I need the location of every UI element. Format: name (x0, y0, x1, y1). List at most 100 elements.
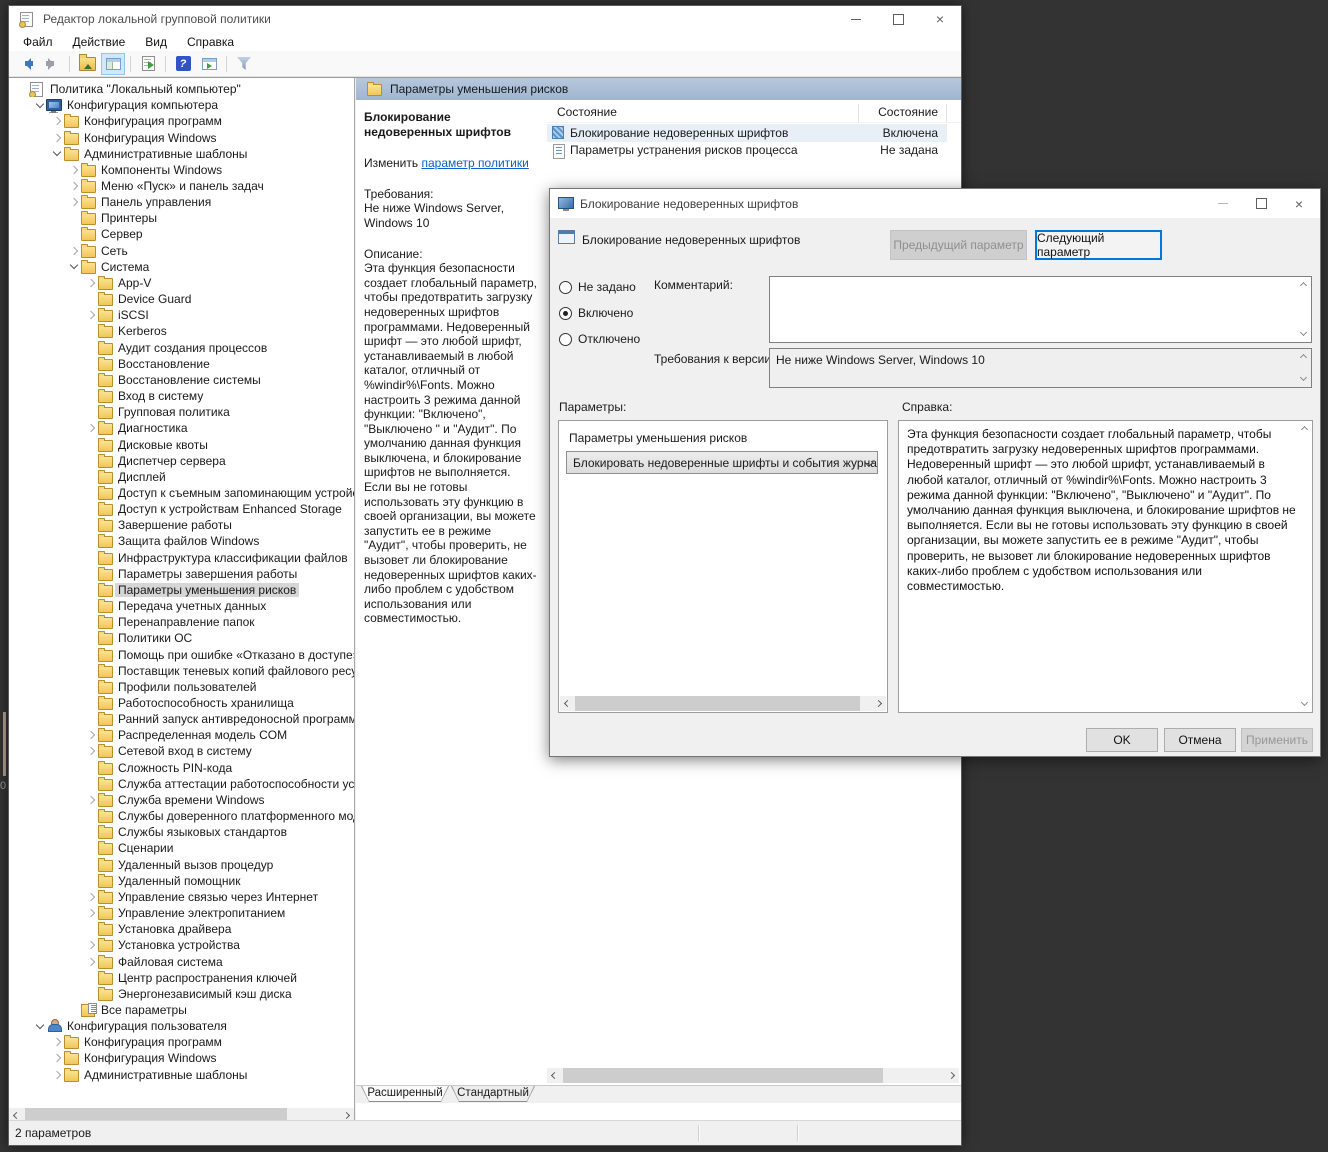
minimize-icon[interactable] (835, 6, 877, 32)
tree-item[interactable]: Панель управления (9, 194, 354, 210)
radio-Не задано[interactable]: Не задано (559, 280, 636, 294)
tree-item[interactable]: Установка устройства (9, 937, 354, 953)
tree-item[interactable]: Службы языковых стандартов (9, 824, 354, 840)
tree-item[interactable]: Восстановление системы (9, 372, 354, 388)
chevron-collapsed-icon[interactable] (85, 730, 97, 741)
tree-item[interactable]: iSCSI (9, 307, 354, 323)
tree-item[interactable]: Все параметры (9, 1002, 354, 1018)
chevron-collapsed-icon[interactable] (68, 197, 80, 208)
maximize-icon[interactable] (877, 6, 919, 32)
chevron-collapsed-icon[interactable] (68, 164, 80, 175)
scroll-up-icon[interactable] (1299, 423, 1310, 434)
radio-unchecked-icon[interactable] (559, 280, 572, 294)
tree-item[interactable]: Центр распространения ключей (9, 970, 354, 986)
scroll-left-icon[interactable] (547, 1068, 562, 1083)
chevron-collapsed-icon[interactable] (51, 1069, 63, 1080)
settings-row[interactable]: Параметры устранения рисков процесса Не з… (547, 142, 947, 160)
tree-item[interactable]: App-V (9, 275, 354, 291)
tree-item[interactable]: Дисплей (9, 469, 354, 485)
chevron-collapsed-icon[interactable] (51, 116, 63, 127)
scroll-down-icon[interactable] (1299, 699, 1310, 710)
tree-item[interactable]: Работоспособность хранилища (9, 695, 354, 711)
apply-button[interactable]: Применить (1241, 728, 1313, 752)
chevron-collapsed-icon[interactable] (85, 940, 97, 951)
radio-Отключено[interactable]: Отключено (559, 332, 640, 346)
tree-item[interactable]: Конфигурация программ (9, 1034, 354, 1050)
dialog-maximize-icon[interactable] (1242, 189, 1280, 218)
tree-item[interactable]: Ранний запуск антивредоносной программы (9, 711, 354, 727)
tree-item[interactable]: Административные шаблоны (9, 146, 354, 162)
toolbar-button-extended-pane-icon[interactable] (197, 53, 221, 75)
tree-item[interactable]: Диспетчер сервера (9, 453, 354, 469)
menu-item-Вид[interactable]: Вид (135, 35, 177, 49)
chevron-expanded-icon[interactable] (68, 261, 80, 272)
tab-extended[interactable]: Расширенный (361, 1086, 449, 1102)
toolbar-button-show-console-tree-icon[interactable] (101, 52, 125, 75)
tree-item[interactable]: Передача учетных данных (9, 598, 354, 614)
menu-item-Файл[interactable]: Файл (13, 35, 63, 49)
tree-item[interactable]: Параметры уменьшения рисков (9, 582, 354, 598)
chevron-expanded-icon[interactable] (34, 100, 46, 111)
tree-item[interactable]: Установка драйвера (9, 921, 354, 937)
toolbar-button-export-list-icon[interactable] (136, 53, 160, 75)
scroll-left-icon[interactable] (560, 696, 575, 711)
tree-item[interactable]: Служба аттестации работоспособности устр… (9, 776, 354, 792)
mitigation-options-dropdown[interactable]: Блокировать недоверенные шрифты и событи… (566, 451, 878, 474)
tree-item[interactable]: Сценарии (9, 840, 354, 856)
toolbar-button-filter-icon[interactable] (232, 53, 256, 75)
chevron-expanded-icon[interactable] (51, 148, 63, 159)
tree-item[interactable]: Доступ к съемным запоминающим устройства… (9, 485, 354, 501)
chevron-collapsed-icon[interactable] (51, 1053, 63, 1064)
tree-item[interactable]: Службы доверенного платформенного модуля (9, 808, 354, 824)
toolbar-button-help-icon[interactable]: ? (171, 53, 195, 75)
column-state[interactable]: Состояние (866, 105, 938, 119)
toolbar-button-back-arrow-icon[interactable] (14, 53, 38, 75)
tree-item[interactable]: Перенаправление папок (9, 614, 354, 630)
chevron-collapsed-icon[interactable] (85, 423, 97, 434)
chevron-collapsed-icon[interactable] (51, 132, 63, 143)
tree-item[interactable]: Дисковые квоты (9, 436, 354, 452)
chevron-collapsed-icon[interactable] (68, 181, 80, 192)
menu-item-Справка[interactable]: Справка (177, 35, 244, 49)
tree-item[interactable]: Управление электропитанием (9, 905, 354, 921)
tree-item[interactable]: Конфигурация компьютера (9, 97, 354, 114)
tree-item[interactable]: Kerberos (9, 323, 354, 339)
tree-item[interactable]: Конфигурация программ (9, 113, 354, 129)
tree-item[interactable]: Файловая система (9, 953, 354, 969)
tree-item[interactable]: Конфигурация Windows (9, 129, 354, 145)
tree-item[interactable]: Профили пользователей (9, 679, 354, 695)
tree-item[interactable]: Компоненты Windows (9, 162, 354, 178)
tree-item[interactable]: Политики ОС (9, 630, 354, 646)
chevron-collapsed-icon[interactable] (85, 794, 97, 805)
tree-item[interactable]: Диагностика (9, 420, 354, 436)
tree-item[interactable]: Меню «Пуск» и панель задач (9, 178, 354, 194)
options-horizontal-scrollbar[interactable] (560, 696, 886, 711)
comment-textarea[interactable] (769, 276, 1312, 343)
tree-item[interactable]: Сервер (9, 226, 354, 242)
tree-item[interactable]: Административные шаблоны (9, 1067, 354, 1083)
toolbar-button-forward-arrow-icon[interactable] (40, 53, 64, 75)
chevron-collapsed-icon[interactable] (68, 245, 80, 256)
ok-button[interactable]: OK (1086, 728, 1158, 752)
tree-item[interactable]: Удаленный вызов процедур (9, 857, 354, 873)
tree-item[interactable]: Управление связью через Интернет (9, 889, 354, 905)
scroll-right-icon[interactable] (871, 696, 886, 711)
chevron-collapsed-icon[interactable] (51, 1037, 63, 1048)
chevron-collapsed-icon[interactable] (85, 277, 97, 288)
tab-standard[interactable]: Стандартный (451, 1086, 535, 1102)
toolbar-button-up-one-level-icon[interactable] (75, 53, 99, 75)
column-setting[interactable]: Состояние (557, 105, 617, 119)
tree-item[interactable]: Помощь при ошибке «Отказано в доступе» (9, 646, 354, 662)
settings-row[interactable]: Блокирование недоверенных шрифтов Включен… (547, 124, 947, 142)
tree-item[interactable]: Доступ к устройствам Enhanced Storage (9, 501, 354, 517)
tree-item[interactable]: Параметры завершения работы (9, 566, 354, 582)
chevron-expanded-icon[interactable] (34, 1021, 46, 1032)
tree-item[interactable]: Система (9, 259, 354, 275)
tree-item[interactable]: Групповая политика (9, 404, 354, 420)
tree-item[interactable]: Сетевой вход в систему (9, 743, 354, 759)
chevron-collapsed-icon[interactable] (85, 746, 97, 757)
tree-item[interactable]: Сложность PIN-кода (9, 760, 354, 776)
tree-item[interactable]: Поставщик теневых копий файлового ресурс… (9, 663, 354, 679)
chevron-collapsed-icon[interactable] (85, 956, 97, 967)
menu-item-Действие[interactable]: Действие (63, 35, 136, 49)
